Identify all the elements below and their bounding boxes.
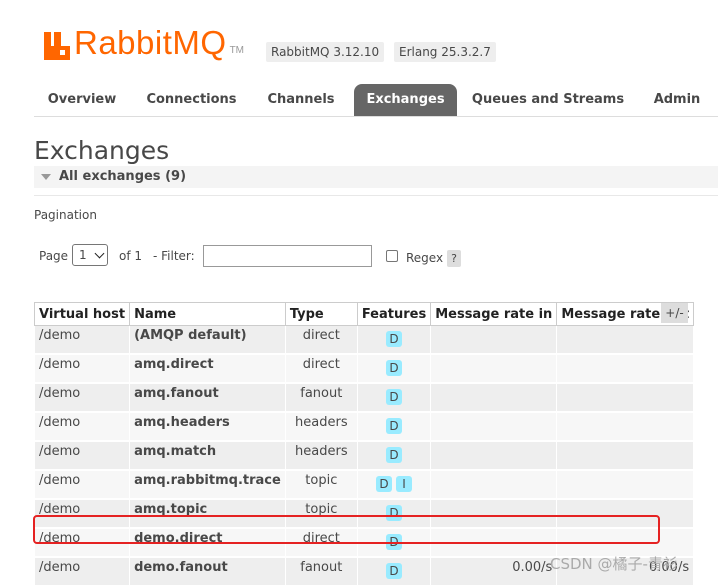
- filter-input[interactable]: [203, 245, 372, 267]
- exchanges-table: Virtual host Name Type Features Message …: [33, 302, 695, 587]
- main-nav: Overview Connections Channels Exchanges …: [34, 84, 718, 117]
- cell-features: D: [356, 440, 432, 471]
- table-row: /demo amq.match headers D: [33, 440, 695, 471]
- col-features[interactable]: Features: [356, 302, 432, 326]
- filter-label: - Filter:: [153, 249, 195, 263]
- feature-badge: D: [386, 331, 402, 347]
- collapse-arrow-icon: [41, 174, 51, 180]
- cell-type: headers: [284, 411, 358, 442]
- exchange-name-link[interactable]: amq.fanout: [129, 382, 286, 413]
- feature-badge: D: [386, 418, 402, 434]
- regex-checkbox[interactable]: [386, 250, 398, 262]
- regex-help-button[interactable]: ?: [447, 250, 461, 267]
- cell-rate-in: [430, 353, 558, 384]
- feature-badge: D: [386, 563, 402, 579]
- tab-channels[interactable]: Channels: [253, 84, 349, 116]
- cell-features: D: [356, 325, 432, 355]
- cell-type: direct: [284, 353, 358, 384]
- cell-features: D: [356, 411, 432, 442]
- feature-badge: D: [386, 389, 402, 405]
- cell-virtual-host: /demo: [33, 440, 131, 471]
- table-row: /demo amq.rabbitmq.trace topic D I: [33, 469, 695, 500]
- cell-features: D: [356, 353, 432, 384]
- logo-text: RabbitMQ: [74, 24, 227, 61]
- page-title: Exchanges: [34, 136, 170, 165]
- feature-badge: I: [396, 476, 412, 492]
- cell-type: direct: [284, 325, 358, 355]
- tab-connections[interactable]: Connections: [134, 84, 249, 116]
- cell-rate-in: [430, 325, 558, 355]
- tab-queues-and-streams[interactable]: Queues and Streams: [462, 84, 634, 116]
- cell-virtual-host: /demo: [33, 353, 131, 384]
- page-select-value: 1: [79, 248, 87, 262]
- feature-badge: D: [386, 360, 402, 376]
- col-name[interactable]: Name: [129, 302, 286, 326]
- cell-rate-out: [556, 325, 695, 355]
- feature-badge: D: [376, 476, 392, 492]
- pagination-heading: Pagination: [34, 208, 97, 222]
- cell-rate-out: [556, 382, 695, 413]
- divider: [34, 195, 718, 196]
- page-label: Page: [39, 249, 69, 263]
- rabbit-logo-icon: [44, 32, 70, 60]
- table-row: /demo (AMQP default) direct D: [33, 325, 695, 355]
- all-exchanges-toggle[interactable]: All exchanges (9): [34, 166, 718, 188]
- rabbitmq-logo[interactable]: RabbitMQ TM: [44, 26, 244, 60]
- regex-label: Regex: [406, 251, 444, 265]
- cell-rate-out: [556, 353, 695, 384]
- cell-rate-in: [430, 411, 558, 442]
- table-row: /demo amq.headers headers D: [33, 411, 695, 442]
- cell-virtual-host: /demo: [33, 411, 131, 442]
- cell-virtual-host: /demo: [33, 325, 131, 355]
- erlang-version-badge: Erlang 25.3.2.7: [394, 42, 496, 62]
- section-label: All exchanges (9): [59, 169, 187, 184]
- col-virtual-host[interactable]: Virtual host: [33, 302, 131, 326]
- table-row: /demo amq.direct direct D: [33, 353, 695, 384]
- table-row: /demo amq.fanout fanout D: [33, 382, 695, 413]
- tab-exchanges[interactable]: Exchanges: [354, 84, 457, 116]
- exchange-name-link[interactable]: amq.rabbitmq.trace: [129, 469, 286, 500]
- cell-rate-in: [430, 440, 558, 471]
- exchange-name-link[interactable]: amq.headers: [129, 411, 286, 442]
- col-type[interactable]: Type: [284, 302, 358, 326]
- rabbitmq-version-badge: RabbitMQ 3.12.10: [266, 42, 385, 62]
- highlight-box: [33, 515, 660, 544]
- cell-features: D: [356, 382, 432, 413]
- exchange-name-link[interactable]: amq.direct: [129, 353, 286, 384]
- cell-rate-out: [556, 411, 695, 442]
- tab-overview[interactable]: Overview: [34, 84, 130, 116]
- cell-features: DI: [356, 469, 432, 500]
- feature-badge: D: [386, 447, 402, 463]
- logo-trademark: TM: [229, 45, 245, 56]
- exchange-name-link[interactable]: (AMQP default): [129, 325, 286, 355]
- cell-type: headers: [284, 440, 358, 471]
- page-select[interactable]: 1: [72, 244, 108, 266]
- cell-rate-out: [556, 440, 695, 471]
- chevron-down-icon: [94, 248, 105, 259]
- of-pages-label: of 1: [119, 249, 143, 263]
- cell-type: fanout: [284, 382, 358, 413]
- cell-rate-in: [430, 382, 558, 413]
- exchange-name-link[interactable]: amq.match: [129, 440, 286, 471]
- cell-type: topic: [284, 469, 358, 500]
- tab-admin[interactable]: Admin: [638, 84, 716, 116]
- columns-toggle-button[interactable]: +/-: [661, 303, 688, 323]
- cell-virtual-host: /demo: [33, 469, 131, 500]
- col-message-rate-in[interactable]: Message rate in: [430, 302, 558, 326]
- cell-virtual-host: /demo: [33, 382, 131, 413]
- cell-rate-out: [556, 469, 695, 500]
- watermark: CSDN @橘子-青衫: [550, 555, 678, 573]
- cell-rate-in: [430, 469, 558, 500]
